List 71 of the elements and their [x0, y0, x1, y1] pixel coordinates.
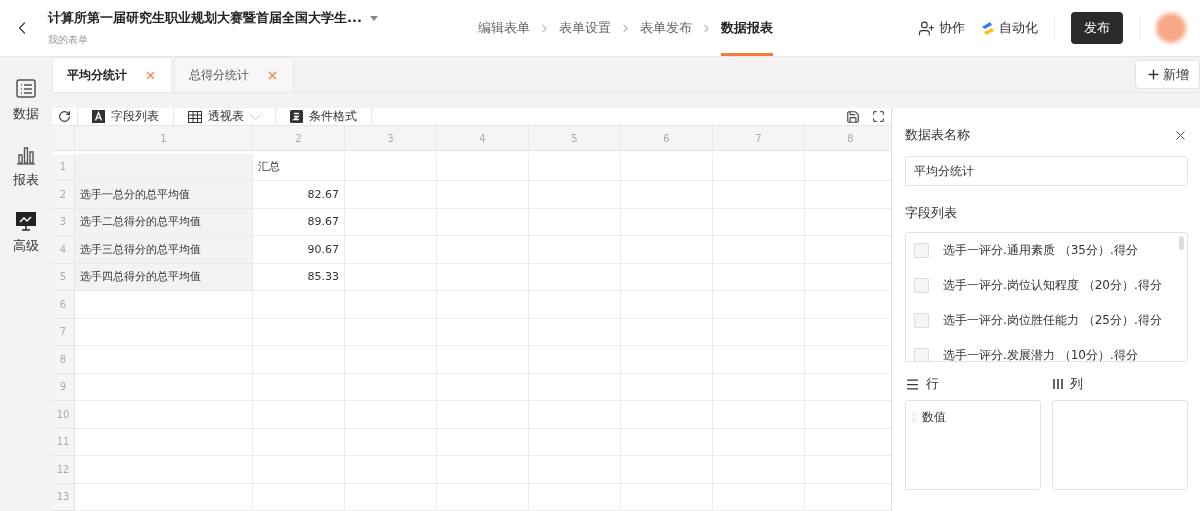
text-field-icon: [92, 110, 105, 123]
columns-icon: [1052, 378, 1064, 390]
step-tab[interactable]: 表单设置: [559, 0, 611, 56]
pivot-field[interactable]: 数值: [912, 409, 1034, 426]
lightning-icon: [981, 20, 995, 36]
dropdown-caret-icon[interactable]: [369, 15, 378, 21]
table-icon: [188, 110, 202, 123]
automation-button[interactable]: 自动化: [981, 19, 1038, 37]
row-number: 12: [52, 456, 75, 484]
row-number: 8: [52, 346, 75, 374]
field-option[interactable]: 选手一评分.通用素质 （35分）.得分: [914, 237, 1187, 259]
list-icon: [15, 79, 37, 99]
scrollbar[interactable]: [1179, 236, 1184, 250]
zone-label: 行: [926, 375, 939, 393]
panel-label: 数据表名称: [905, 126, 970, 144]
name-input[interactable]: 平均分统计: [905, 156, 1188, 186]
table-cell: 85.33: [253, 263, 345, 291]
fullscreen-icon[interactable]: [872, 110, 885, 123]
zone-label: 列: [1070, 375, 1083, 393]
row-number: 2: [52, 181, 75, 209]
drop-zone[interactable]: [1052, 400, 1188, 490]
sidebar-item[interactable]: 报表: [13, 145, 39, 189]
drop-zone[interactable]: 数值: [905, 400, 1041, 490]
user-plus-icon: [918, 19, 935, 37]
field-option[interactable]: 选手一评分.发展潜力 （10分）.得分: [914, 342, 1187, 361]
form-title: 计算所第一届研究生职业规划大赛暨首届全国大学生...: [48, 9, 362, 27]
row-number: 4: [52, 236, 75, 264]
step-tab[interactable]: 数据报表: [721, 0, 773, 56]
field-option[interactable]: 选手一评分.岗位胜任能力 （25分）.得分: [914, 307, 1187, 329]
publish-button[interactable]: 发布: [1071, 12, 1123, 44]
collaborate-button[interactable]: 协作: [918, 19, 965, 37]
checkbox[interactable]: [914, 243, 929, 258]
add-button[interactable]: 新增: [1135, 60, 1200, 89]
table-cell: 89.67: [253, 208, 345, 236]
step-tab[interactable]: 编辑表单: [478, 0, 530, 56]
format-icon: [290, 110, 303, 123]
row-number: 10: [52, 401, 75, 429]
sidebar-item[interactable]: 高级: [13, 211, 39, 255]
table-cell: 选手一总分的总平均值: [75, 181, 253, 209]
table-cell: 82.67: [253, 181, 345, 209]
step-tab[interactable]: 表单发布: [640, 0, 692, 56]
table-cell: 选手四总得分的总平均值: [75, 263, 253, 291]
panel-label: 字段列表: [905, 204, 958, 222]
row-number: 7: [52, 318, 75, 346]
field-option[interactable]: 选手一评分.岗位认知程度 （20分）.得分: [914, 272, 1187, 294]
rows-icon: [905, 376, 920, 392]
checkbox[interactable]: [914, 278, 929, 293]
row-number: 13: [52, 483, 75, 511]
refresh-icon: [58, 110, 71, 123]
user-avatar[interactable]: [1156, 13, 1186, 43]
table-cell: 汇总: [253, 153, 345, 181]
presentation-chart-icon: [15, 211, 37, 231]
bar-chart-icon: [15, 145, 37, 165]
row-number: 5: [52, 263, 75, 291]
row-number: 9: [52, 373, 75, 401]
row-number: 11: [52, 428, 75, 456]
sheet-tab[interactable]: 总得分统计: [174, 57, 294, 92]
checkbox[interactable]: [914, 313, 929, 328]
checkbox[interactable]: [914, 348, 929, 361]
caret-icon: [250, 113, 261, 120]
table-cell: 选手二总得分的总平均值: [75, 208, 253, 236]
table-cell: 90.67: [253, 236, 345, 264]
drag-handle-icon: [912, 411, 917, 424]
row-number: 1: [52, 153, 75, 181]
sidebar-item[interactable]: 数据: [13, 79, 39, 123]
row-number: 6: [52, 291, 75, 319]
sheet-tab[interactable]: 平均分统计: [52, 57, 172, 92]
save-icon[interactable]: [846, 109, 860, 124]
table-cell: 选手三总得分的总平均值: [75, 236, 253, 264]
row-number: 3: [52, 208, 75, 236]
plus-icon: [1146, 67, 1161, 82]
